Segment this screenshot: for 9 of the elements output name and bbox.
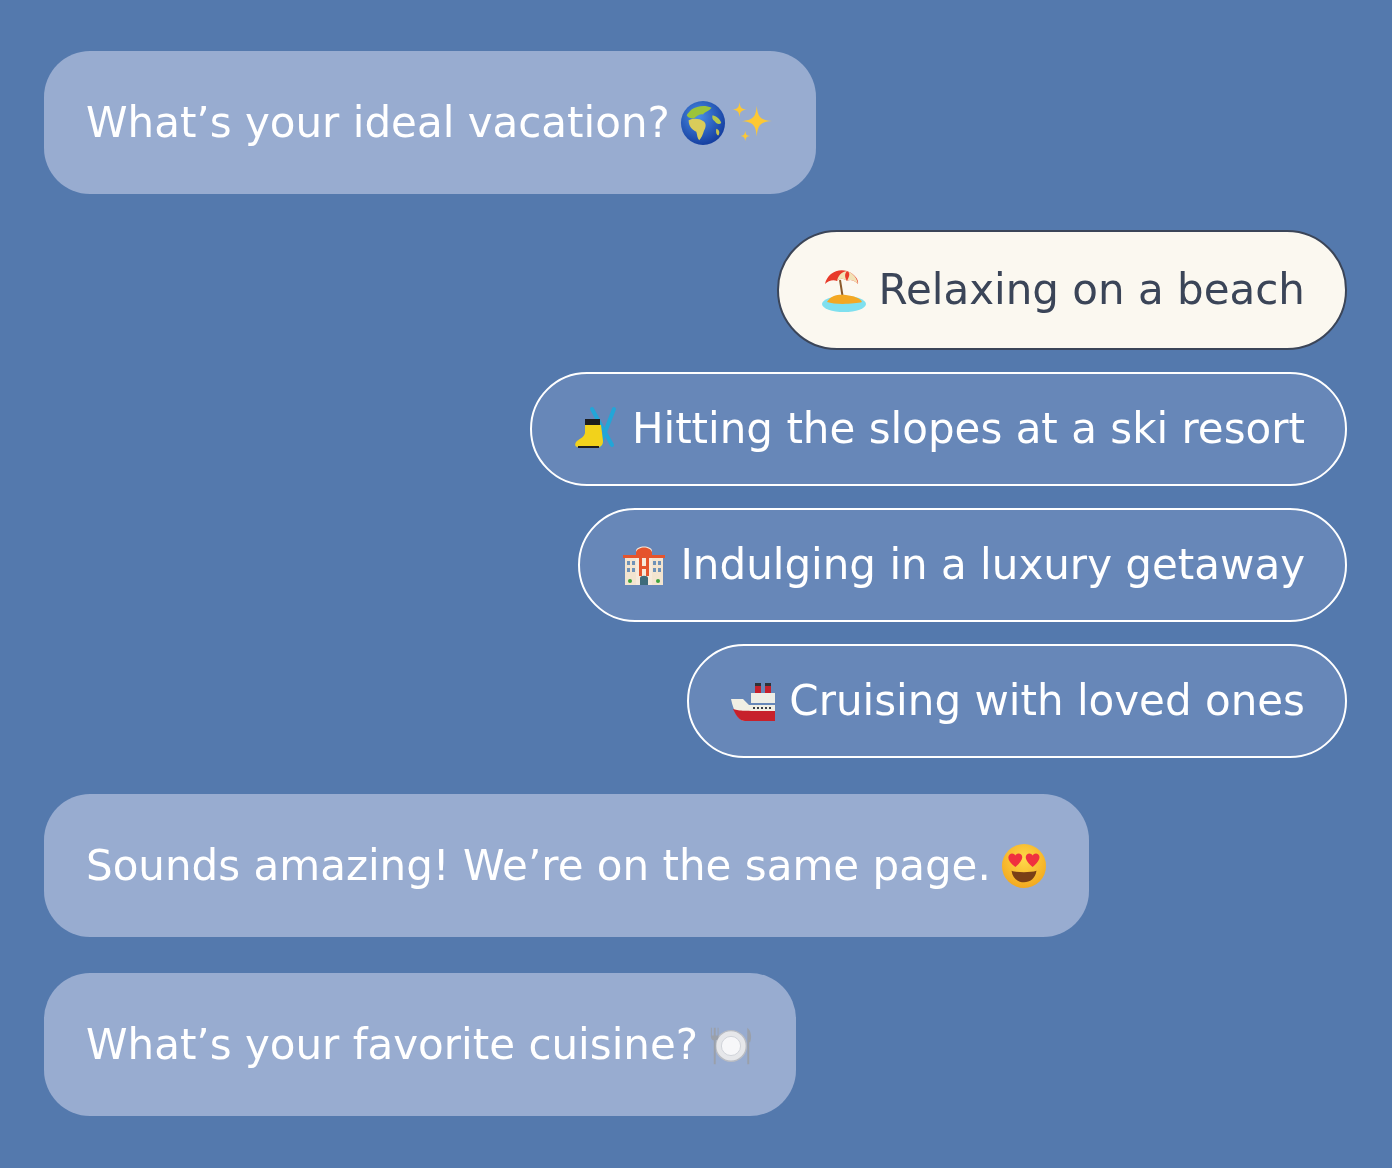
answer-option-button[interactable]: Cruising with loved ones [687,644,1347,758]
message-text: What’s your ideal vacation? [86,97,670,149]
answer-option-button[interactable]: Hitting the slopes at a ski resort [529,372,1347,486]
answer-option-button[interactable]: Indulging in a luxury getaway [578,508,1347,622]
message-text: Sounds amazing! We’re on the same page. [86,840,991,892]
message-text: What’s your favorite cuisine? [86,1019,699,1071]
globe-icon [679,99,726,146]
heart-eyes-face-icon [1000,842,1047,889]
answer-option-button[interactable]: Relaxing on a beach [776,230,1347,350]
